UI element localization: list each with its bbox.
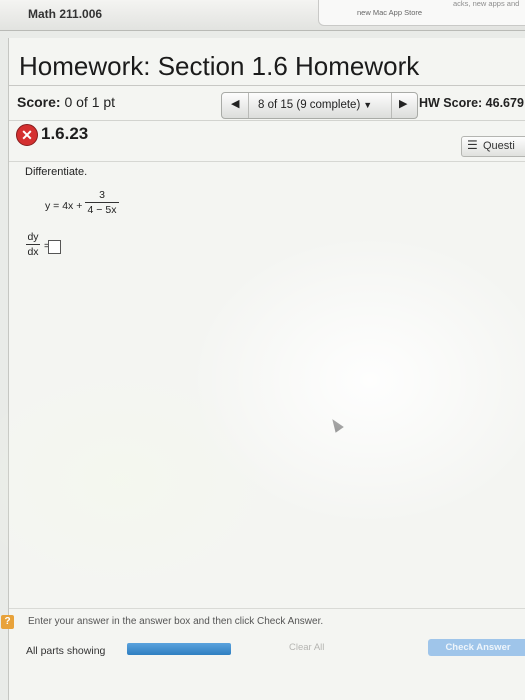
x-mark-icon: ✕ xyxy=(16,124,38,146)
parts-showing-label: All parts showing xyxy=(26,645,106,657)
parts-progress-bar xyxy=(127,643,231,655)
fraction-bar xyxy=(26,244,40,245)
mouse-cursor-icon xyxy=(328,416,344,433)
hw-score: HW Score: 46.679 xyxy=(419,96,524,110)
fraction-bar xyxy=(85,202,119,203)
divider xyxy=(9,120,525,121)
derivative-denominator: dx xyxy=(27,246,39,258)
divider xyxy=(9,85,525,86)
top-bar: Math 211.006 acks, new apps and new Mac … xyxy=(0,0,525,31)
notification-banner[interactable]: acks, new apps and new Mac App Store xyxy=(318,0,525,26)
equation-fraction: 3 4 − 5x xyxy=(85,189,119,216)
page-title: Homework: Section 1.6 Homework xyxy=(19,51,420,81)
derivative-numerator: dy xyxy=(27,231,39,243)
divider xyxy=(9,161,525,162)
derivative-fraction: dy dx xyxy=(26,231,40,258)
fraction-denominator: 4 − 5x xyxy=(87,204,117,216)
hw-score-value: 9 xyxy=(516,96,524,110)
clear-all-button[interactable]: Clear All xyxy=(289,642,324,653)
question-progress-label: 8 of 15 (9 complete) xyxy=(258,99,361,111)
score-label: Score: xyxy=(17,94,61,110)
notification-line-1: acks, new apps and xyxy=(453,0,520,8)
course-name: Math 211.006 xyxy=(28,7,103,21)
help-icon[interactable]: ? xyxy=(1,615,14,629)
score-display: Score: 0 of 1 pt xyxy=(17,94,115,110)
previous-question-icon[interactable]: ◀ xyxy=(231,97,239,110)
check-answer-button[interactable]: Check Answer xyxy=(428,639,525,656)
question-id: 1.6.23 xyxy=(41,124,89,143)
fraction-numerator: 3 xyxy=(99,189,105,201)
next-question-icon[interactable]: ▶ xyxy=(399,97,407,110)
question-menu-label: Questi xyxy=(483,140,515,152)
homework-panel: Homework: Section 1.6 Homework Score: 0 … xyxy=(1,38,525,700)
divider xyxy=(391,93,392,118)
score-value: 0 of 1 pt xyxy=(64,94,116,110)
notification-line-2: new Mac App Store xyxy=(357,8,423,17)
instruction-hint: Enter your answer in the answer box and … xyxy=(28,616,324,627)
hw-score-label: HW Score: 46.67 xyxy=(419,96,517,110)
question-menu-button[interactable]: ☰ Questi xyxy=(461,136,525,157)
menu-icon: ☰ xyxy=(467,138,478,152)
question-progress-dropdown[interactable]: 8 of 15 (9 complete) ▼ xyxy=(258,99,372,111)
question-navigator: ◀ 8 of 15 (9 complete) ▼ ▶ xyxy=(221,92,418,119)
divider xyxy=(9,608,525,609)
chevron-down-icon: ▼ xyxy=(363,100,373,110)
divider xyxy=(248,93,249,118)
question-instruction: Differentiate. xyxy=(25,166,88,178)
equation-lhs: y = 4x + xyxy=(45,200,83,212)
answer-input[interactable] xyxy=(48,240,61,254)
